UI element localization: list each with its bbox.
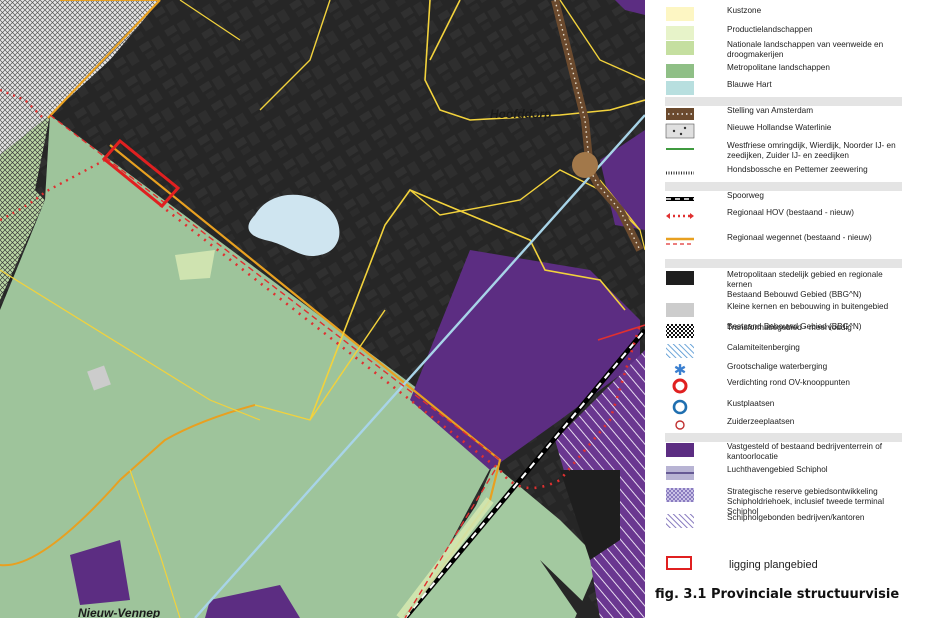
plan-area-label: ligging plangebied — [729, 559, 818, 571]
legend-swatch-strategisch-icon — [665, 486, 694, 502]
legend-swatch-nhw-icon — [665, 122, 695, 139]
legend-swatch-wegennet-icon — [665, 232, 694, 246]
legend-swatch-calamiteit-icon — [665, 342, 694, 358]
legend-swatch-luchthaven-icon — [665, 464, 694, 480]
legend-swatch-kustzone-icon — [665, 5, 694, 21]
legend-swatch-hov-icon — [665, 207, 694, 221]
plan-area-swatch — [666, 556, 692, 570]
legend-swatch-kleine-kernen-icon — [665, 301, 694, 317]
legend-label: Regionaal HOV (bestaand - nieuw) — [727, 208, 854, 217]
map-canvas[interactable]: Hoofddorp Nieuw-Vennep — [0, 0, 645, 618]
figure-caption: fig. 3.1 Provinciale structuurvisie — [655, 587, 900, 602]
legend-label: Schipholgebonden bedrijven/kantoren — [727, 513, 865, 522]
legend-label: Blauwe Hart — [727, 80, 772, 89]
legend-swatch-blauwe-hart-icon — [665, 79, 694, 95]
legend-swatch-hondsbossche-icon — [665, 164, 694, 178]
legend-swatch-transformatie-icon — [665, 322, 694, 338]
legend-label: Productielandschappen — [727, 25, 813, 34]
legend-label: Kustplaatsen — [727, 399, 775, 408]
legend-swatch-spoorweg-icon — [665, 190, 694, 204]
legend-separator — [665, 433, 902, 442]
legend-label: Regionaal wegennet (bestaand - nieuw) — [727, 233, 872, 242]
legend-label: Westfriese omringdijk, Wierdijk, Noorder… — [727, 141, 896, 160]
legend-swatch-westfriese-icon — [665, 140, 694, 154]
legend-swatch-metro-stedelijk-icon — [665, 269, 694, 285]
legend-panel: Kustzone Productielandschappen Nationale l… — [645, 0, 927, 618]
legend-swatch-nationale-icon — [665, 39, 694, 55]
legend-swatch-waterberging-icon: ✱ — [665, 361, 693, 379]
legend-swatch-kustplaatsen-icon — [665, 398, 693, 415]
legend-label: Stelling van Amsterdam — [727, 106, 814, 115]
map-svg — [0, 0, 645, 618]
legend-label: Luchthavengebied Schiphol — [727, 465, 828, 474]
legend-label: Vastgesteld of bestaand bedrijventerrein… — [727, 442, 883, 461]
legend-label: Transformatiegebied - meervoudig — [727, 323, 852, 332]
legend-label: Nationale landschappen van veenweide en … — [727, 40, 884, 59]
legend-swatch-bedrijven-icon — [665, 441, 694, 457]
legend-label: Nieuwe Hollandse Waterlinie — [727, 123, 832, 132]
fort-marker — [572, 152, 598, 178]
legend-separator — [665, 182, 902, 191]
legend-label: Zuiderzeeplaatsen — [727, 417, 795, 426]
place-label-nieuw-vennep: Nieuw-Vennep — [78, 606, 161, 618]
legend-label: Kleine kernen en bebouwing in buitengebi… — [727, 302, 889, 311]
legend-label: Kustzone — [727, 6, 762, 15]
legend-swatch-productie-icon — [665, 24, 694, 40]
legend-swatch-stelling-icon — [665, 105, 694, 120]
legend-sublabel: Bestaand Bebouwd Gebied (BBG^N) — [727, 290, 862, 299]
legend-swatch-verdichting-icon — [665, 377, 693, 394]
legend-label: Calamiteitenberging — [727, 343, 800, 352]
legend-label: Hondsbossche en Pettemer zeewering — [727, 165, 868, 174]
legend-separator — [665, 259, 902, 268]
legend-swatch-metropolitaan-land-icon — [665, 62, 694, 78]
legend-label: Spoorweg — [727, 191, 764, 200]
legend-swatch-zuiderzee-icon — [665, 416, 693, 430]
legend-label: Metropolitaan stedelijk gebied en region… — [727, 270, 883, 289]
legend-label: Grootschalige waterberging — [727, 362, 828, 371]
legend-label: Verdichting rond OV-knooppunten — [727, 378, 850, 387]
legend-swatch-schipholbedrijven-icon — [665, 512, 694, 528]
legend-label: Metropolitane landschappen — [727, 63, 830, 72]
legend-separator — [665, 97, 902, 106]
place-label-hoofddorp: Hoofddorp — [490, 107, 552, 121]
